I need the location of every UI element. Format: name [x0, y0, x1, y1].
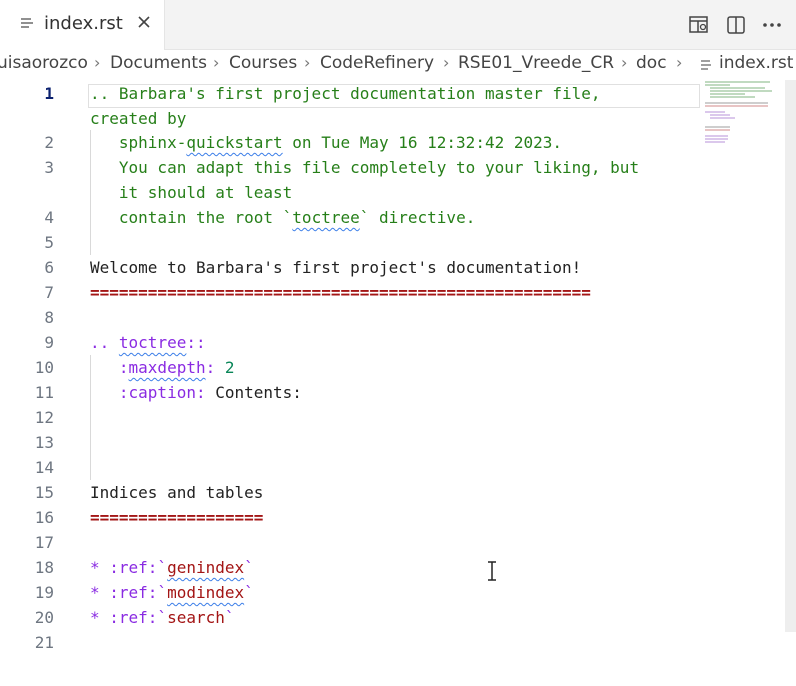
code-line: contain the root `toctree` directive.: [90, 208, 476, 227]
chevron-right-icon: ›: [676, 53, 683, 72]
line-number: 5: [44, 233, 54, 252]
breadcrumb: uisaorozco › Documents › Courses › CodeR…: [0, 50, 796, 80]
open-preview-icon[interactable]: [689, 16, 709, 34]
chevron-right-icon: ›: [94, 53, 101, 72]
breadcrumb-item[interactable]: doc: [636, 53, 667, 73]
breadcrumb-item[interactable]: CodeRefinery: [320, 53, 434, 73]
code-line: .. toctree::: [90, 333, 206, 352]
line-number: 12: [34, 408, 54, 427]
breadcrumb-item[interactable]: Documents: [110, 53, 207, 73]
line-number: 16: [34, 508, 54, 527]
breadcrumb-item[interactable]: Courses: [229, 53, 297, 73]
code-line: You can adapt this file completely to yo…: [90, 158, 640, 177]
code-line: created by: [90, 109, 187, 128]
section-underline: ==================: [90, 508, 264, 527]
line-number: 14: [34, 458, 54, 477]
line-number: 13: [34, 433, 54, 452]
code-line: * :ref:`genindex`: [90, 558, 254, 577]
line-number: 2: [44, 133, 54, 152]
line-number: 20: [34, 608, 54, 627]
vertical-scrollbar[interactable]: [785, 80, 796, 632]
section-title: Indices and tables: [90, 483, 264, 502]
more-actions-icon[interactable]: [762, 22, 782, 28]
lines-file-icon: [701, 60, 711, 70]
section-underline: ========================================…: [90, 283, 591, 302]
breadcrumb-file[interactable]: index.rst: [719, 53, 793, 73]
line-number: 7: [44, 283, 54, 302]
line-number: 15: [34, 483, 54, 502]
line-number: 1: [44, 84, 54, 103]
lines-file-icon: [21, 18, 33, 28]
code-line: .. Barbara's first project documentation…: [90, 84, 601, 103]
code-line: sphinx-quickstart on Tue May 16 12:32:42…: [90, 133, 563, 152]
close-icon[interactable]: [136, 14, 152, 30]
breadcrumb-item[interactable]: RSE01_Vreede_CR: [458, 53, 614, 73]
chevron-right-icon: ›: [304, 53, 311, 72]
line-number: 21: [34, 633, 54, 652]
text-cursor-icon: [488, 561, 496, 581]
editor-tab-bar: index.rst: [0, 0, 796, 50]
chevron-right-icon: ›: [213, 53, 220, 72]
line-number: 9: [44, 333, 54, 352]
code-line: :maxdepth: 2: [90, 358, 235, 377]
split-editor-icon[interactable]: [727, 16, 745, 34]
line-number: 19: [34, 583, 54, 602]
chevron-right-icon: ›: [621, 53, 628, 72]
line-number: 3: [44, 158, 54, 177]
section-title: Welcome to Barbara's first project's doc…: [90, 258, 582, 277]
line-number: 10: [34, 358, 54, 377]
tab-index-rst[interactable]: index.rst: [0, 0, 165, 50]
tab-label: index.rst: [44, 13, 123, 34]
minimap[interactable]: [700, 80, 785, 160]
chevron-right-icon: ›: [443, 53, 450, 72]
line-number: 6: [44, 258, 54, 277]
line-number: 8: [44, 308, 54, 327]
code-line: * :ref:`modindex`: [90, 583, 254, 602]
code-line: * :ref:`search`: [90, 608, 235, 627]
breadcrumb-item[interactable]: uisaorozco: [0, 53, 88, 73]
line-number: 11: [34, 383, 54, 402]
line-number: 4: [44, 208, 54, 227]
line-number: 17: [34, 533, 54, 552]
code-line: :caption: Contents:: [90, 383, 302, 402]
line-number: 18: [34, 558, 54, 577]
code-editor[interactable]: 1 2 3 4 5 6 7 8 9 10 11 12 13 14 15 16 1…: [0, 80, 796, 686]
code-line: it should at least: [90, 183, 293, 202]
